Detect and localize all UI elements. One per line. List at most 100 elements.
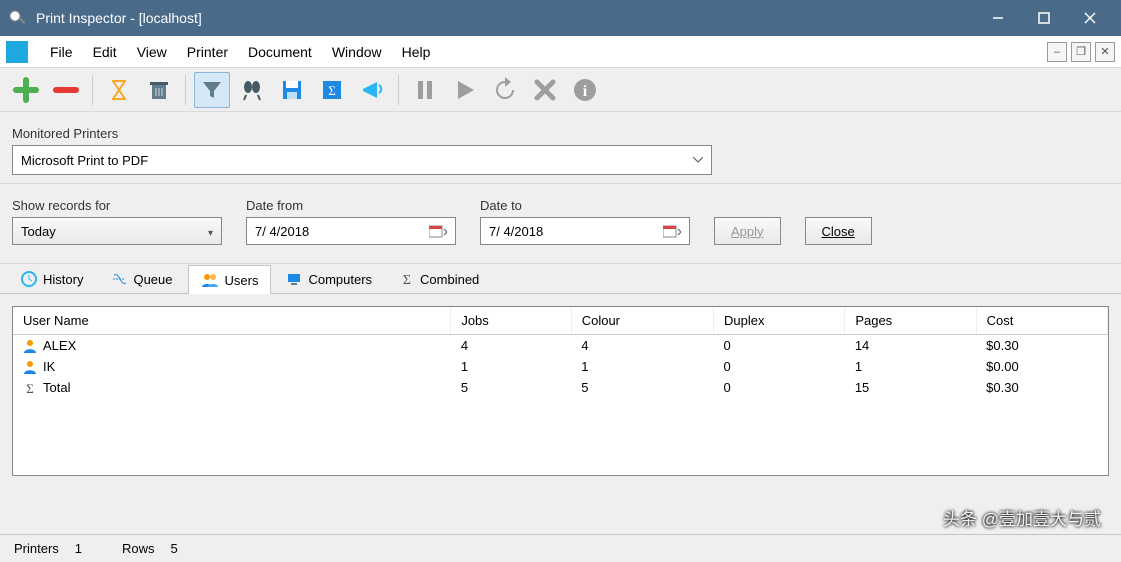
computer-icon xyxy=(286,271,302,287)
col-cost[interactable]: Cost xyxy=(976,307,1107,335)
cell-name: ALEX xyxy=(43,338,76,353)
remove-button[interactable] xyxy=(48,72,84,108)
col-pages[interactable]: Pages xyxy=(845,307,976,335)
tab-users[interactable]: Users xyxy=(188,265,272,294)
table-row[interactable]: IK 1 1 0 1 $0.00 xyxy=(13,356,1108,377)
sigma-icon: Σ xyxy=(23,381,37,395)
date-from-input[interactable]: 7/ 4/2018 xyxy=(246,217,456,245)
menu-help[interactable]: Help xyxy=(392,40,441,64)
statusbar: Printers 1 Rows 5 xyxy=(0,534,1121,562)
apply-button[interactable]: Apply xyxy=(714,217,781,245)
monitored-panel: Monitored Printers Microsoft Print to PD… xyxy=(0,112,1121,184)
mdi-close-button[interactable]: ✕ xyxy=(1095,42,1115,62)
announce-button[interactable] xyxy=(354,72,390,108)
export-button[interactable]: Σ xyxy=(314,72,350,108)
queue-icon xyxy=(111,271,127,287)
date-to-value: 7/ 4/2018 xyxy=(489,224,543,239)
mdi-window-icon[interactable] xyxy=(6,41,28,63)
cell-colour: 4 xyxy=(571,335,713,357)
cell-jobs: 5 xyxy=(451,377,571,398)
mdi-restore-button[interactable]: ❐ xyxy=(1071,42,1091,62)
delete-button[interactable] xyxy=(141,72,177,108)
refresh-button[interactable] xyxy=(487,72,523,108)
find-button[interactable] xyxy=(234,72,270,108)
cancel-button[interactable] xyxy=(527,72,563,108)
col-colour[interactable]: Colour xyxy=(571,307,713,335)
sigma-icon: Σ xyxy=(400,272,414,286)
toolbar: Σ i xyxy=(0,68,1121,112)
monitored-printer-select[interactable]: Microsoft Print to PDF xyxy=(12,145,712,175)
chevron-down-icon xyxy=(693,157,703,163)
add-button[interactable] xyxy=(8,72,44,108)
svg-text:Σ: Σ xyxy=(403,273,411,286)
grid-header-row: User Name Jobs Colour Duplex Pages Cost xyxy=(13,307,1108,335)
status-printers-value: 1 xyxy=(75,541,82,556)
status-rows-label: Rows xyxy=(122,541,155,556)
app-icon xyxy=(8,8,28,28)
maximize-button[interactable] xyxy=(1021,0,1067,36)
users-icon xyxy=(201,272,219,288)
tab-history-label: History xyxy=(43,272,83,287)
window-controls xyxy=(975,0,1113,36)
cell-pages: 15 xyxy=(845,377,976,398)
grid-area: User Name Jobs Colour Duplex Pages Cost … xyxy=(0,294,1121,534)
col-duplex[interactable]: Duplex xyxy=(713,307,844,335)
menu-window[interactable]: Window xyxy=(322,40,392,64)
menu-document[interactable]: Document xyxy=(238,40,322,64)
cell-cost: $0.30 xyxy=(976,377,1107,398)
titlebar: Print Inspector - [localhost] xyxy=(0,0,1121,36)
mdi-controls: – ❐ ✕ xyxy=(1047,42,1115,62)
show-records-select[interactable]: Today xyxy=(12,217,222,245)
date-from-value: 7/ 4/2018 xyxy=(255,224,309,239)
tab-users-label: Users xyxy=(225,273,259,288)
user-icon xyxy=(23,339,37,353)
menu-view[interactable]: View xyxy=(127,40,177,64)
menu-edit[interactable]: Edit xyxy=(83,40,127,64)
cell-duplex: 0 xyxy=(713,335,844,357)
tab-computers[interactable]: Computers xyxy=(273,264,385,293)
table-row-total[interactable]: Σ Total 5 5 0 15 $0.30 xyxy=(13,377,1108,398)
date-to-input[interactable]: 7/ 4/2018 xyxy=(480,217,690,245)
close-button-filter[interactable]: Close xyxy=(805,217,872,245)
filter-button[interactable] xyxy=(194,72,230,108)
calendar-icon xyxy=(663,224,681,238)
tab-queue-label: Queue xyxy=(133,272,172,287)
show-records-value: Today xyxy=(21,224,56,239)
tab-queue[interactable]: Queue xyxy=(98,264,185,293)
users-grid[interactable]: User Name Jobs Colour Duplex Pages Cost … xyxy=(12,306,1109,476)
status-rows-value: 5 xyxy=(171,541,178,556)
date-from-label: Date from xyxy=(246,198,456,213)
cell-duplex: 0 xyxy=(713,377,844,398)
play-button[interactable] xyxy=(447,72,483,108)
tab-history[interactable]: History xyxy=(8,264,96,293)
filter-panel: Show records for Today Date from 7/ 4/20… xyxy=(0,184,1121,264)
col-jobs[interactable]: Jobs xyxy=(451,307,571,335)
cell-cost: $0.00 xyxy=(976,356,1107,377)
calendar-icon xyxy=(429,224,447,238)
minimize-button[interactable] xyxy=(975,0,1021,36)
tab-bar: History Queue Users Computers Σ Combined xyxy=(0,264,1121,294)
pause-button[interactable] xyxy=(407,72,443,108)
cell-jobs: 4 xyxy=(451,335,571,357)
menu-file[interactable]: File xyxy=(40,40,83,64)
cell-duplex: 0 xyxy=(713,356,844,377)
col-username[interactable]: User Name xyxy=(13,307,451,335)
tab-computers-label: Computers xyxy=(308,272,372,287)
cell-name: IK xyxy=(43,359,55,374)
monitored-printer-value: Microsoft Print to PDF xyxy=(21,153,148,168)
cell-jobs: 1 xyxy=(451,356,571,377)
menu-printer[interactable]: Printer xyxy=(177,40,238,64)
info-button[interactable]: i xyxy=(567,72,603,108)
hourglass-button[interactable] xyxy=(101,72,137,108)
svg-text:Σ: Σ xyxy=(328,83,336,98)
mdi-minimize-button[interactable]: – xyxy=(1047,42,1067,62)
svg-text:Σ: Σ xyxy=(26,381,34,395)
cell-pages: 1 xyxy=(845,356,976,377)
table-row[interactable]: ALEX 4 4 0 14 $0.30 xyxy=(13,335,1108,357)
close-button[interactable] xyxy=(1067,0,1113,36)
save-button[interactable] xyxy=(274,72,310,108)
cell-name: Total xyxy=(43,380,70,395)
cell-colour: 5 xyxy=(571,377,713,398)
menubar: File Edit View Printer Document Window H… xyxy=(0,36,1121,68)
tab-combined[interactable]: Σ Combined xyxy=(387,264,492,293)
